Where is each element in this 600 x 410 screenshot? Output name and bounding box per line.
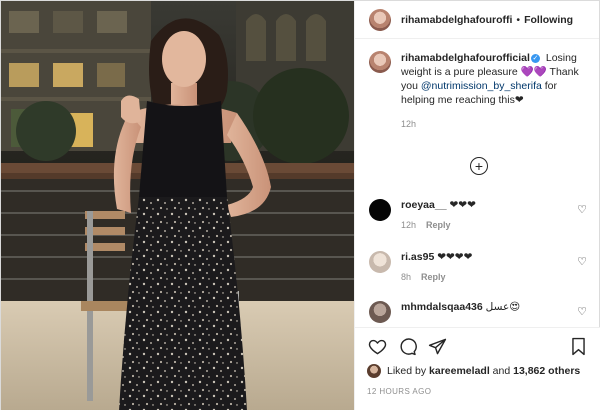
- author-avatar[interactable]: [369, 8, 391, 31]
- comment-username[interactable]: mhmdalsqaa436: [401, 301, 483, 313]
- comment-avatar[interactable]: [369, 199, 391, 221]
- bookmark-icon[interactable]: [568, 336, 588, 356]
- heart-outline-icon[interactable]: [367, 336, 387, 356]
- comment-like-heart-icon[interactable]: ♡: [577, 255, 587, 268]
- post-photo[interactable]: [1, 1, 354, 410]
- comment-username[interactable]: ri.as95: [401, 251, 434, 263]
- comment-text: عسل😍: [485, 301, 521, 313]
- comment-like-heart-icon[interactable]: ♡: [577, 203, 587, 216]
- post-photo-illustration: [1, 1, 354, 410]
- post-side-panel: rihamabdelghafouroffi • Following rihama…: [354, 1, 600, 410]
- caption-body: rihamabdelghafourofficial ✓ Losing weight…: [401, 51, 589, 131]
- comment-meta: 12h Reply: [401, 220, 571, 230]
- comment-item: mhmdalsqaa436 عسل😍 ♡: [369, 301, 587, 323]
- comment-reply-button[interactable]: Reply: [421, 272, 446, 282]
- following-button[interactable]: Following: [524, 14, 573, 26]
- comment-avatar[interactable]: [369, 251, 391, 273]
- liker-avatar[interactable]: [367, 364, 381, 378]
- likes-count-link[interactable]: 13,862 others: [513, 365, 580, 377]
- comment-username[interactable]: roeyaa__: [401, 199, 447, 211]
- comment-item: ri.as95 ❤❤❤❤ 8h Reply ♡: [369, 251, 587, 282]
- comment-time: 8h: [401, 272, 412, 282]
- likes-prefix: Liked by: [387, 365, 427, 377]
- comment-icon[interactable]: [397, 336, 417, 356]
- comment-item: roeyaa__ ❤❤❤ 12h Reply ♡: [369, 199, 587, 230]
- comment-reply-button[interactable]: Reply: [426, 220, 451, 230]
- paper-plane-icon[interactable]: [427, 336, 447, 356]
- post-header: rihamabdelghafouroffi • Following: [355, 1, 599, 39]
- caption-time: 12h: [401, 119, 417, 129]
- action-icon-row: [367, 334, 588, 358]
- caption-avatar[interactable]: [369, 51, 391, 73]
- comment-body: roeyaa__ ❤❤❤ 12h Reply: [401, 199, 571, 230]
- comment-time: 12h: [401, 220, 417, 230]
- verified-badge-icon: ✓: [530, 53, 540, 63]
- caption-mention-link[interactable]: @nutrimission_by_sherifa: [421, 80, 542, 92]
- comment-body: mhmdalsqaa436 عسل😍: [401, 301, 571, 323]
- comment-line: mhmdalsqaa436 عسل😍: [401, 301, 571, 314]
- likes-summary: Liked by kareemeladl and 13,862 others: [367, 364, 588, 378]
- liker-username[interactable]: kareemeladl: [429, 365, 490, 377]
- comment-text: ❤❤❤: [449, 199, 476, 211]
- post-timestamp: 12 HOURS AGO: [367, 387, 432, 396]
- comment-text: ❤❤❤❤: [437, 251, 473, 263]
- comment-line: roeyaa__ ❤❤❤: [401, 199, 571, 212]
- likes-and: and: [492, 365, 511, 377]
- comment-meta: 8h Reply: [401, 272, 571, 282]
- post-caption: rihamabdelghafourofficial ✓ Losing weight…: [355, 39, 599, 131]
- post-actions: Liked by kareemeladl and 13,862 others 1…: [355, 327, 600, 410]
- instagram-post: rihamabdelghafouroffi • Following rihama…: [0, 0, 600, 410]
- comment-avatar[interactable]: [369, 301, 391, 323]
- comment-like-heart-icon[interactable]: ♡: [577, 305, 587, 318]
- comment-body: ri.as95 ❤❤❤❤ 8h Reply: [401, 251, 571, 282]
- comment-line: ri.as95 ❤❤❤❤: [401, 251, 571, 264]
- header-separator: •: [516, 13, 521, 26]
- caption-username[interactable]: rihamabdelghafourofficial: [401, 52, 530, 64]
- plus-circle-icon[interactable]: +: [470, 157, 488, 175]
- header-username[interactable]: rihamabdelghafouroffi: [401, 14, 512, 26]
